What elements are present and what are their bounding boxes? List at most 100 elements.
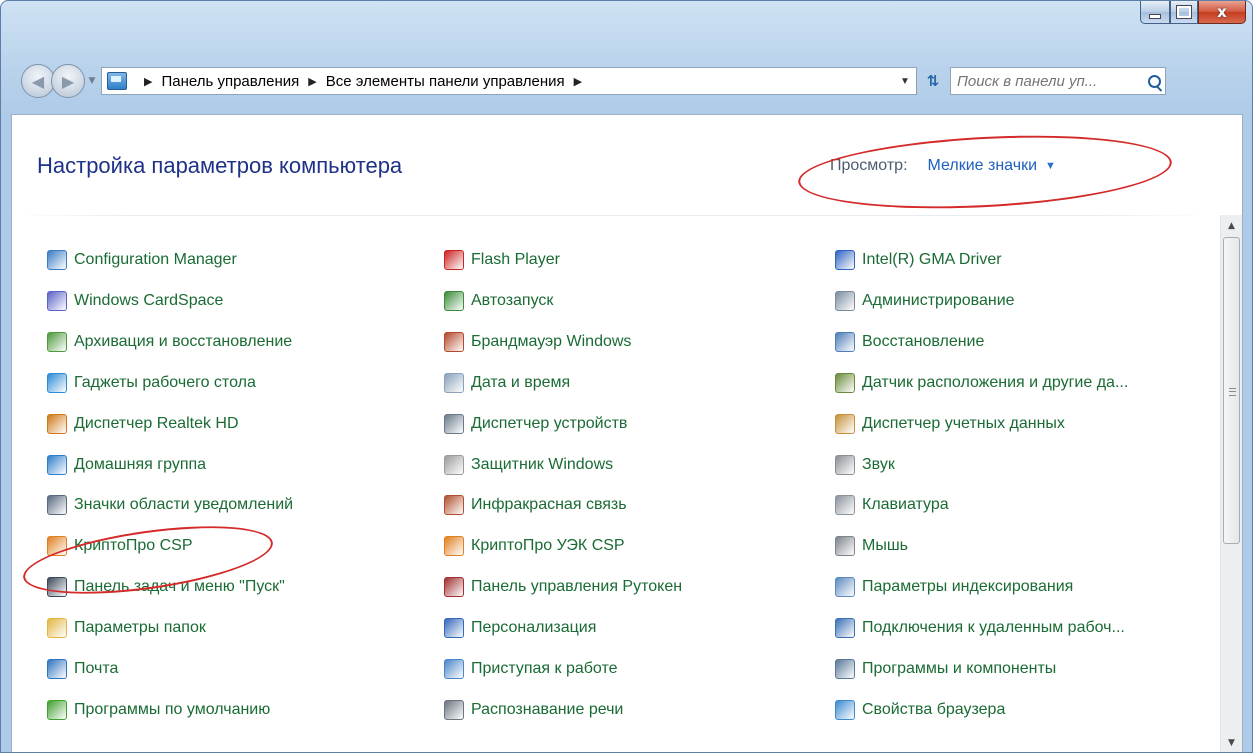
- item-label: Администрирование: [862, 291, 1015, 309]
- address-bar[interactable]: ▶ Панель управления ▶ Все элементы панел…: [101, 67, 917, 95]
- item-label: Архивация и восстановление: [74, 332, 293, 350]
- item-label: Домашняя группа: [74, 455, 207, 473]
- control-panel-item[interactable]: Мышь: [835, 536, 908, 557]
- view-mode-dropdown[interactable]: Мелкие значки: [928, 157, 1037, 175]
- backup-icon: [47, 331, 67, 352]
- configuration-manager-icon: [47, 250, 67, 270]
- mouse-icon: [835, 536, 855, 557]
- control-panel-item[interactable]: Гаджеты рабочего стола: [47, 372, 256, 393]
- item-label: Приступая к работе: [471, 660, 618, 677]
- control-panel-item[interactable]: Архивация и восстановление: [47, 331, 293, 352]
- control-panel-item[interactable]: Диспетчер Realtek HD: [47, 413, 239, 434]
- scroll-thumb[interactable]: [1223, 237, 1240, 544]
- control-panel-item[interactable]: Подключения к удаленным рабоч...: [835, 618, 1125, 639]
- control-panel-item[interactable]: Восстановление: [835, 331, 984, 352]
- content-pane: Настройка параметров компьютера Просмотр…: [11, 114, 1243, 752]
- item-label: Диспетчер учетных данных: [862, 414, 1065, 432]
- control-panel-item[interactable]: КриптоПро УЭК CSP: [444, 536, 625, 557]
- search-icon[interactable]: [1143, 70, 1165, 92]
- maximize-button[interactable]: [1170, 1, 1198, 24]
- cryptopro-icon: [47, 536, 67, 557]
- control-panel-item[interactable]: Клавиатура: [835, 495, 949, 516]
- view-label: Просмотр:: [830, 157, 908, 174]
- scroll-down-button[interactable]: ▼: [1221, 732, 1242, 752]
- control-panel-item[interactable]: Дата и время: [444, 372, 570, 393]
- chevron-down-icon[interactable]: ▼: [1045, 160, 1056, 172]
- item-label: Персонализация: [471, 619, 597, 637]
- control-panel-item[interactable]: Диспетчер учетных данных: [835, 413, 1065, 434]
- view-selector: Просмотр: Мелкие значки ▼: [830, 157, 1056, 175]
- control-panel-item[interactable]: Программы по умолчанию: [47, 699, 271, 720]
- control-panel-item[interactable]: Панель управления Рутокен: [444, 577, 682, 598]
- control-panel-item[interactable]: Параметры папок: [47, 618, 206, 639]
- item-label: КриптоПро УЭК CSP: [471, 537, 625, 555]
- control-panel-item[interactable]: Почта: [47, 659, 118, 679]
- item-label: Программы по умолчанию: [74, 700, 271, 718]
- control-panel-item[interactable]: Инфракрасная связь: [444, 495, 627, 516]
- control-panel-item[interactable]: Программы и компоненты: [835, 659, 1056, 679]
- breadcrumb-control-panel[interactable]: Панель управления: [161, 73, 299, 90]
- rutoken-icon: [444, 577, 464, 598]
- search-input[interactable]: [951, 71, 1143, 91]
- breadcrumb-all-items[interactable]: Все элементы панели управления: [326, 73, 565, 90]
- control-panel-item[interactable]: Параметры индексирования: [835, 577, 1074, 598]
- item-label: Автозапуск: [471, 291, 554, 309]
- control-panel-item[interactable]: Windows CardSpace: [47, 290, 223, 311]
- control-panel-item[interactable]: Брандмауэр Windows: [444, 331, 631, 352]
- firewall-icon: [444, 331, 464, 352]
- control-panel-item[interactable]: Персонализация: [444, 618, 597, 639]
- control-panel-item[interactable]: Панель задач и меню "Пуск": [47, 577, 285, 598]
- control-panel-item[interactable]: Configuration Manager: [47, 250, 237, 270]
- cardspace-icon: [47, 290, 67, 311]
- control-panel-item[interactable]: Приступая к работе: [444, 659, 618, 679]
- control-panel-icon: [107, 72, 127, 90]
- control-panel-item[interactable]: Свойства браузера: [835, 699, 1005, 720]
- minimize-button[interactable]: [1140, 1, 1170, 24]
- scroll-up-button[interactable]: ▲: [1221, 215, 1242, 237]
- device-manager-icon: [444, 413, 464, 434]
- breadcrumb-separator-icon[interactable]: ▶: [574, 75, 582, 88]
- notification-icons-icon: [47, 495, 67, 516]
- minimize-icon: [1149, 13, 1161, 19]
- control-panel-item[interactable]: Диспетчер устройств: [444, 413, 627, 434]
- address-history-dropdown[interactable]: ▼: [893, 76, 916, 87]
- close-button[interactable]: x: [1198, 1, 1246, 24]
- autoplay-icon: [444, 290, 464, 311]
- search-box[interactable]: [950, 67, 1166, 95]
- control-panel-item[interactable]: КриптоПро CSP: [47, 536, 193, 557]
- credential-manager-icon: [835, 413, 855, 434]
- recent-pages-dropdown[interactable]: ▼: [85, 76, 99, 86]
- programs-icon: [835, 659, 855, 679]
- navigation-bar: ◀ ▶ ▼ ▶ Панель управления ▶ Все элементы…: [21, 63, 1246, 99]
- control-panel-item[interactable]: Intel(R) GMA Driver: [835, 250, 1002, 270]
- breadcrumb-separator-icon[interactable]: ▶: [144, 75, 152, 88]
- item-label: Инфракрасная связь: [471, 496, 627, 514]
- item-label: КриптоПро CSP: [74, 537, 193, 555]
- control-panel-item[interactable]: Администрирование: [835, 290, 1015, 311]
- item-label: Параметры индексирования: [862, 578, 1074, 596]
- back-button[interactable]: ◀: [21, 64, 55, 98]
- default-programs-icon: [47, 699, 67, 720]
- control-panel-item[interactable]: Защитник Windows: [444, 454, 613, 475]
- refresh-button[interactable]: ⇅: [919, 68, 946, 94]
- control-panel-item[interactable]: Домашняя группа: [47, 454, 207, 475]
- getting-started-icon: [444, 659, 464, 679]
- infrared-icon: [444, 495, 464, 516]
- control-panel-item[interactable]: Датчик расположения и другие да...: [835, 372, 1128, 393]
- control-panel-item[interactable]: Автозапуск: [444, 290, 554, 311]
- close-icon: x: [1217, 3, 1227, 21]
- item-label: Диспетчер Realtek HD: [74, 414, 239, 432]
- vertical-scrollbar[interactable]: ▲ ▼: [1220, 215, 1242, 752]
- breadcrumb-separator-icon[interactable]: ▶: [308, 75, 316, 88]
- forward-button[interactable]: ▶: [51, 64, 85, 98]
- control-panel-item[interactable]: Распознавание речи: [444, 699, 623, 720]
- clock-icon: [444, 372, 464, 393]
- item-label: Configuration Manager: [74, 251, 237, 268]
- control-panel-item[interactable]: Звук: [835, 454, 895, 475]
- taskbar-icon: [47, 577, 67, 598]
- personalization-icon: [444, 618, 464, 639]
- control-panel-item[interactable]: Flash Player: [444, 250, 560, 270]
- realtek-icon: [47, 413, 67, 434]
- scroll-grip-icon: [1229, 388, 1236, 396]
- control-panel-item[interactable]: Значки области уведомлений: [47, 495, 293, 516]
